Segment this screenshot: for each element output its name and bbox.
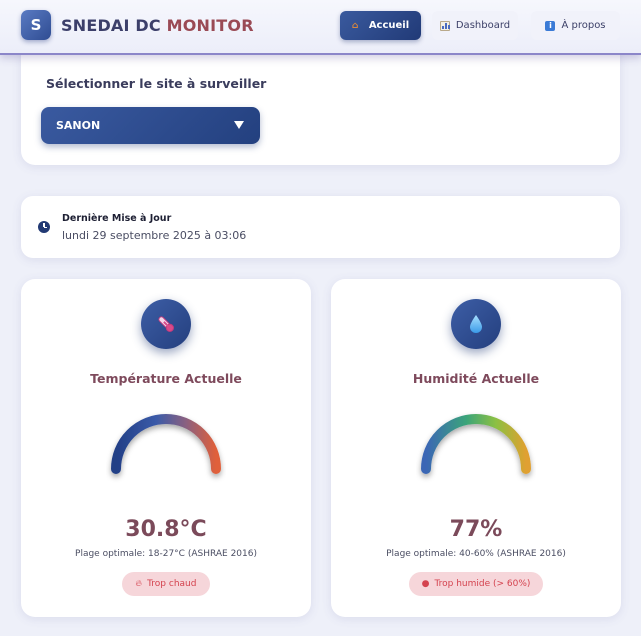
logo-badge: S: [21, 10, 51, 40]
humidity-status-label: Trop humide (> 60%): [434, 579, 531, 589]
last-update-value: lundi 29 septembre 2025 à 03:06: [62, 229, 247, 242]
nav-dashboard-label: Dashboard: [455, 20, 511, 31]
nav-home-button[interactable]: ⌂ Accueil: [340, 11, 421, 40]
nav-dashboard-button[interactable]: Dashboard: [432, 11, 518, 40]
humidity-card: Humidité Actuelle 77% Plage optimale: 40…: [331, 279, 621, 617]
temperature-card: Température Actuelle 30.8°C Plage optima…: [21, 279, 311, 617]
droplet-icon: ●: [421, 579, 430, 589]
temperature-value: 30.8°C: [125, 517, 207, 542]
humidity-title: Humidité Actuelle: [412, 371, 540, 386]
humidity-value: 77%: [449, 517, 503, 542]
humidity-status-badge: ● Trop humide (> 60%): [409, 572, 543, 596]
app-brand: SNEDAI DC MONITOR: [61, 16, 254, 35]
dropdown-arrow-icon: [234, 121, 244, 129]
site-selector-card: Sélectionner le site à surveiller SANON: [21, 48, 620, 165]
site-select-value: SANON: [56, 119, 101, 132]
nav-home-label: Accueil: [368, 20, 410, 31]
temperature-status-badge: 🔥︎ Trop chaud: [122, 572, 210, 596]
temperature-gauge: [111, 414, 221, 474]
brand-highlight: MONITOR: [166, 16, 254, 35]
fire-icon: 🔥︎: [135, 579, 143, 589]
info-icon: i: [545, 20, 556, 31]
bar-chart-icon: [439, 20, 450, 31]
logo-letter: S: [30, 16, 42, 34]
site-select-dropdown[interactable]: SANON: [41, 107, 260, 144]
top-navbar: S SNEDAI DC MONITOR ⌂ Accueil Dashboard …: [0, 0, 641, 55]
humidity-range: Plage optimale: 40-60% (ASHRAE 2016): [386, 549, 566, 559]
temperature-status-label: Trop chaud: [147, 579, 197, 589]
temperature-range: Plage optimale: 18-27°C (ASHRAE 2016): [75, 549, 257, 559]
water-drop-icon: [451, 299, 501, 349]
humidity-gauge: [421, 414, 531, 474]
clock-icon: [38, 221, 50, 233]
temperature-title: Température Actuelle: [90, 371, 242, 386]
house-icon: ⌂: [351, 20, 359, 31]
nav-about-button[interactable]: i À propos: [531, 11, 620, 40]
nav-about-label: À propos: [561, 20, 606, 31]
last-update-card: Dernière Mise à Jour lundi 29 septembre …: [21, 196, 620, 258]
last-update-label: Dernière Mise à Jour: [62, 213, 172, 224]
site-selector-title: Sélectionner le site à surveiller: [46, 76, 267, 91]
brand-name: SNEDAI DC: [61, 16, 167, 35]
thermometer-icon: [141, 299, 191, 349]
